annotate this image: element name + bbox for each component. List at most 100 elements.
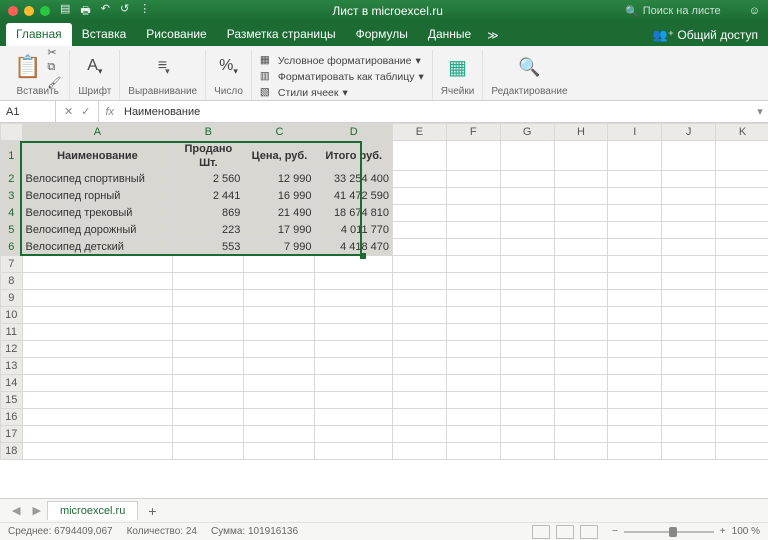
cell[interactable]	[244, 273, 315, 290]
view-normal-icon[interactable]	[532, 525, 550, 539]
fx-icon[interactable]: fx	[99, 106, 120, 118]
cell[interactable]	[22, 341, 173, 358]
editing-icon[interactable]: 🔍	[518, 57, 540, 78]
cell[interactable]	[22, 307, 173, 324]
cell[interactable]	[22, 324, 173, 341]
cell[interactable]	[446, 273, 500, 290]
cell[interactable]	[608, 409, 662, 426]
cell[interactable]	[500, 341, 554, 358]
share-button[interactable]: 👥⁺ Общий доступ	[643, 24, 768, 46]
table-header-cell[interactable]: Продано Шт.	[173, 141, 244, 171]
cell[interactable]	[393, 205, 447, 222]
cell[interactable]: 869	[173, 205, 244, 222]
cell[interactable]	[173, 324, 244, 341]
row-header[interactable]: 6	[1, 239, 23, 256]
cell[interactable]	[315, 273, 393, 290]
cell[interactable]	[716, 141, 768, 171]
cell[interactable]	[662, 324, 716, 341]
fb-expand-icon[interactable]: ▾	[752, 105, 768, 118]
cell[interactable]	[393, 307, 447, 324]
sheet-nav-prev-icon[interactable]: ◀	[6, 504, 26, 517]
cell[interactable]	[446, 341, 500, 358]
cell[interactable]	[446, 324, 500, 341]
cell[interactable]	[608, 222, 662, 239]
cell[interactable]	[662, 375, 716, 392]
spreadsheet-grid[interactable]: ABCDEFGHIJK1НаименованиеПродано Шт.Цена,…	[0, 123, 768, 498]
cell[interactable]	[244, 290, 315, 307]
cell[interactable]	[500, 358, 554, 375]
cell[interactable]	[608, 324, 662, 341]
cell[interactable]	[500, 426, 554, 443]
row-header[interactable]: 4	[1, 205, 23, 222]
cell[interactable]: 33 254 400	[315, 171, 393, 188]
sheet-tab[interactable]: microexcel.ru	[47, 501, 138, 520]
cell[interactable]	[716, 188, 768, 205]
sheet-nav-next-icon[interactable]: ▶	[26, 504, 46, 517]
cell[interactable]	[662, 290, 716, 307]
cell[interactable]	[315, 324, 393, 341]
cell[interactable]	[446, 256, 500, 273]
cell[interactable]	[393, 188, 447, 205]
search-box[interactable]: 🔍 Поиск на листе	[625, 5, 739, 18]
cell[interactable]	[554, 358, 608, 375]
cell[interactable]	[554, 171, 608, 188]
cell[interactable]	[716, 239, 768, 256]
col-header[interactable]: I	[608, 124, 662, 141]
cell[interactable]	[662, 409, 716, 426]
close-window-icon[interactable]	[8, 6, 18, 16]
cell[interactable]	[446, 307, 500, 324]
cell[interactable]	[554, 205, 608, 222]
cell[interactable]	[608, 239, 662, 256]
cell[interactable]	[608, 426, 662, 443]
cell[interactable]	[393, 239, 447, 256]
zoom-out-icon[interactable]: −	[612, 526, 618, 537]
row-header[interactable]: 18	[1, 443, 23, 460]
cell[interactable]: 16 990	[244, 188, 315, 205]
cell[interactable]	[315, 256, 393, 273]
cell[interactable]	[315, 426, 393, 443]
cell[interactable]	[446, 141, 500, 171]
cell[interactable]: 18 674 810	[315, 205, 393, 222]
cell[interactable]	[716, 324, 768, 341]
cell[interactable]	[173, 375, 244, 392]
cell[interactable]	[662, 273, 716, 290]
cell[interactable]	[608, 375, 662, 392]
cell[interactable]	[662, 392, 716, 409]
cell[interactable]	[554, 341, 608, 358]
cell[interactable]: 21 490	[244, 205, 315, 222]
col-header[interactable]: J	[662, 124, 716, 141]
row-header[interactable]: 8	[1, 273, 23, 290]
cell[interactable]: 223	[173, 222, 244, 239]
fb-confirm-icon[interactable]: ✓	[81, 105, 90, 118]
row-header[interactable]: 5	[1, 222, 23, 239]
cell[interactable]	[608, 256, 662, 273]
cell[interactable]	[244, 358, 315, 375]
cell[interactable]	[608, 290, 662, 307]
cell[interactable]	[315, 358, 393, 375]
cell[interactable]	[716, 443, 768, 460]
cell[interactable]	[554, 426, 608, 443]
cell[interactable]	[315, 341, 393, 358]
cell[interactable]	[608, 141, 662, 171]
cell[interactable]	[446, 426, 500, 443]
row-header[interactable]: 3	[1, 188, 23, 205]
row-header[interactable]: 11	[1, 324, 23, 341]
row-header[interactable]: 12	[1, 341, 23, 358]
cell[interactable]	[393, 171, 447, 188]
cell[interactable]	[393, 426, 447, 443]
cell[interactable]	[716, 222, 768, 239]
cell[interactable]	[244, 392, 315, 409]
cell[interactable]: 12 990	[244, 171, 315, 188]
cell[interactable]	[554, 443, 608, 460]
cell[interactable]	[393, 222, 447, 239]
cell[interactable]	[500, 273, 554, 290]
cell[interactable]	[315, 409, 393, 426]
percent-icon[interactable]: %▾	[219, 57, 238, 77]
cell[interactable]	[608, 341, 662, 358]
cell[interactable]	[608, 307, 662, 324]
cell[interactable]	[500, 290, 554, 307]
cell[interactable]	[554, 273, 608, 290]
cell[interactable]	[393, 392, 447, 409]
cell[interactable]	[554, 307, 608, 324]
table-header-cell[interactable]: Цена, руб.	[244, 141, 315, 171]
